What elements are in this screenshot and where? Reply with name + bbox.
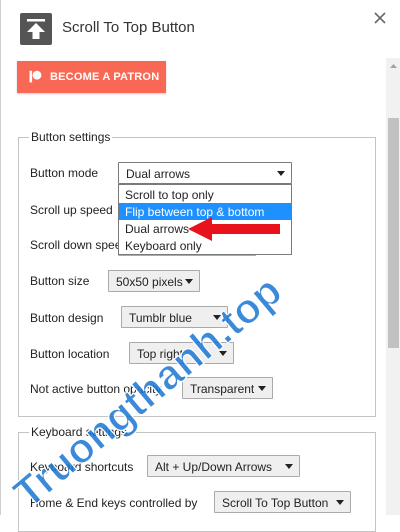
- keyboard-shortcuts-label: Keyboard shortcuts: [30, 460, 134, 474]
- patron-label: BECOME A PATRON: [50, 71, 160, 83]
- button-mode-value: Dual arrows: [126, 167, 191, 181]
- red-arrow-annotation: [188, 217, 280, 241]
- home-end-keys-value: Scroll To Top Button: [222, 496, 329, 510]
- button-location-select[interactable]: Top right: [129, 342, 234, 364]
- chevron-down-icon: [258, 386, 266, 391]
- button-design-label: Button design: [30, 311, 104, 325]
- patreon-icon: [29, 70, 42, 83]
- chevron-down-icon: [213, 315, 221, 320]
- button-location-value: Top right: [137, 347, 184, 361]
- chevron-down-icon: [219, 351, 227, 356]
- keyboard-shortcuts-value: Alt + Up/Down Arrows: [155, 460, 273, 474]
- button-size-label: Button size: [30, 274, 90, 288]
- keyboard-settings-legend: Keyboard settings: [29, 425, 130, 439]
- chevron-down-icon: [277, 171, 285, 176]
- scroll-down-speed-label: Scroll down spee: [30, 238, 122, 252]
- header: Scroll To Top Button: [1, 0, 386, 58]
- close-icon[interactable]: [371, 9, 389, 27]
- scroll-up-speed-label: Scroll up speed: [30, 203, 113, 217]
- app-title: Scroll To Top Button: [62, 19, 195, 36]
- home-end-keys-label: Home & End keys controlled by: [30, 496, 198, 510]
- chevron-down-icon: [285, 464, 293, 469]
- button-mode-label: Button mode: [30, 166, 99, 180]
- vertical-scrollbar[interactable]: [386, 58, 400, 515]
- chevron-down-icon: [185, 279, 193, 284]
- button-settings-legend: Button settings: [29, 130, 113, 144]
- opacity-value: Transparent: [190, 382, 255, 396]
- keyboard-settings-group: Keyboard settings: [18, 425, 376, 532]
- button-mode-select[interactable]: Dual arrows: [118, 162, 292, 184]
- button-size-select[interactable]: 50x50 pixels: [108, 270, 200, 292]
- opacity-select[interactable]: Transparent: [182, 377, 273, 399]
- keyboard-shortcuts-select[interactable]: Alt + Up/Down Arrows: [147, 455, 300, 477]
- extension-popup: Scroll To Top Button BECOME A PATRON But…: [0, 0, 400, 532]
- scroll-to-top-app-icon: [20, 13, 52, 45]
- opacity-label: Not active button opacity: [30, 382, 162, 396]
- home-end-keys-select[interactable]: Scroll To Top Button: [214, 491, 351, 513]
- chevron-down-icon: [336, 500, 344, 505]
- button-location-label: Button location: [30, 347, 110, 361]
- button-size-value: 50x50 pixels: [116, 275, 183, 289]
- button-design-select[interactable]: Tumblr blue: [121, 306, 228, 328]
- button-design-value: Tumblr blue: [129, 311, 192, 325]
- become-a-patron-button[interactable]: BECOME A PATRON: [17, 61, 166, 93]
- scrollbar-thumb[interactable]: [388, 118, 399, 348]
- option-scroll-to-top-only[interactable]: Scroll to top only: [119, 186, 291, 203]
- scroll-up-arrow-icon[interactable]: [386, 58, 400, 73]
